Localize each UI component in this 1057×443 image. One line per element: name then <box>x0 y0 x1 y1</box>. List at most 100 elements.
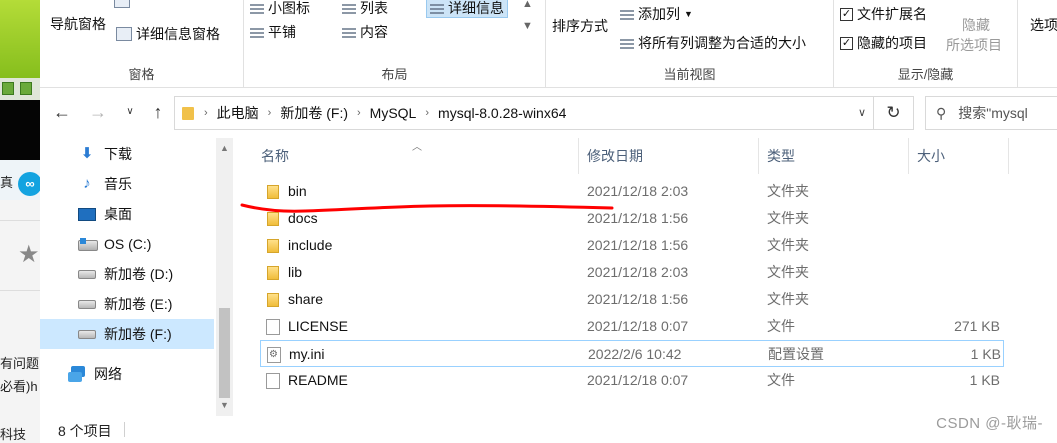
layout-scroll-up[interactable]: ▲ <box>522 0 533 10</box>
nav-item-drive-c[interactable]: OS (C:) <box>40 229 214 259</box>
breadcrumb-drive-f[interactable]: 新加卷 (F:) <box>280 103 348 123</box>
options-label: 选项 <box>1030 17 1057 33</box>
chevron-right-icon: › <box>204 107 208 119</box>
address-dropdown-button[interactable]: ∨ <box>850 96 874 130</box>
content-icon <box>342 26 356 38</box>
column-header-label: 大小 <box>917 148 945 164</box>
file-name: LICENSE <box>288 318 348 334</box>
file-date: 2021/12/18 0:07 <box>587 318 689 334</box>
nav-pane-scrollbar[interactable]: ▲ ▼ <box>216 138 233 416</box>
nav-item-label: 网络 <box>94 366 122 382</box>
column-header-type[interactable]: 类型 <box>759 138 909 174</box>
table-row[interactable]: share 2021/12/18 1:56 文件夹 <box>260 286 1004 313</box>
breadcrumb-this-pc[interactable]: 此电脑 <box>217 103 259 123</box>
file-ext-label: 文件扩展名 <box>857 6 927 22</box>
arrow-up-icon: ↑ <box>153 102 163 122</box>
sort-by-button[interactable]: 排序方式 <box>552 16 608 36</box>
nav-item-drive-d[interactable]: 新加卷 (D:) <box>40 259 214 289</box>
folder-icon <box>267 212 279 226</box>
file-type: 文件夹 <box>767 237 809 253</box>
address-bar-row: ← → ∨ ↑ › 此电脑 › 新加卷 (F:) › MySQL › mysql… <box>40 88 1057 138</box>
search-input[interactable]: ⚲ 搜索"mysql <box>925 96 1057 130</box>
hidden-items-checkbox[interactable]: ✓ 隐藏的项目 <box>840 33 927 53</box>
chevron-right-icon: › <box>357 107 361 119</box>
table-row[interactable]: include 2021/12/18 1:56 文件夹 <box>260 232 1004 259</box>
preview-pane-button[interactable] <box>114 0 130 8</box>
nav-item-drive-e[interactable]: 新加卷 (E:) <box>40 289 214 319</box>
up-button[interactable]: ↑ <box>146 100 170 124</box>
nav-item-network[interactable]: 网络 <box>40 359 214 389</box>
recent-locations-button[interactable]: ∨ <box>118 100 142 124</box>
folder-icon <box>181 106 195 120</box>
background-app-dark-area <box>0 100 40 160</box>
folder-icon <box>267 239 279 253</box>
layout-content[interactable]: 内容 <box>342 22 388 42</box>
nav-item-drive-f[interactable]: 新加卷 (F:) <box>40 319 214 349</box>
refresh-button[interactable]: ↻ <box>874 96 914 130</box>
navigation-pane: ⬇ 下载 ♪ 音乐 桌面 OS (C:) 新加卷 (D:) 新加卷 (E:) 新… <box>40 138 236 416</box>
nav-item-label: 桌面 <box>104 206 132 222</box>
ribbon-group-label: 当前视图 <box>663 67 716 82</box>
table-row[interactable]: README 2021/12/18 0:07 文件 1 KB <box>260 367 1004 394</box>
file-list: ︿ 名称 修改日期 类型 大小 bin 2021/12/18 2:03 文件夹 doc… <box>236 138 1057 416</box>
column-header-date[interactable]: 修改日期 <box>579 138 759 174</box>
layout-tiles[interactable]: 平铺 <box>250 22 296 42</box>
folder-icon <box>267 293 279 307</box>
file-type: 配置设置 <box>768 346 824 362</box>
hide-selected-button[interactable]: 隐藏 <box>962 15 990 35</box>
file-date: 2021/12/18 0:07 <box>587 372 689 388</box>
layout-label: 详细信息 <box>448 0 504 16</box>
list-icon <box>342 2 356 14</box>
background-snippet: 必看)h <box>0 379 38 394</box>
file-size: 1 KB <box>970 346 1001 362</box>
table-row[interactable]: docs 2021/12/18 1:56 文件夹 <box>260 205 1004 232</box>
layout-small-icons[interactable]: 小图标 <box>250 0 310 18</box>
layout-details[interactable]: 详细信息 <box>426 0 508 18</box>
ribbon: 导航窗格 详细信息窗格 窗格 小图标 平铺 列表 内容 详细信息 ▲ ▼ 布局 … <box>40 0 1057 88</box>
table-row[interactable]: lib 2021/12/18 2:03 文件夹 <box>260 259 1004 286</box>
layout-scroll-down[interactable]: ▼ <box>522 20 533 32</box>
fit-columns-button[interactable]: 将所有列调整为合适的大小 <box>620 33 806 53</box>
details-pane-button[interactable]: 详细信息窗格 <box>116 24 220 44</box>
column-header-size[interactable]: 大小 <box>909 138 1009 174</box>
breadcrumb-mysql-folder[interactable]: mysql-8.0.28-winx64 <box>438 105 566 121</box>
column-header-name[interactable]: 名称 <box>253 138 579 174</box>
chevron-down-icon: ∨ <box>126 106 134 117</box>
background-divider <box>0 220 40 221</box>
hidden-items-label: 隐藏的项目 <box>857 35 927 51</box>
nav-item-music[interactable]: ♪ 音乐 <box>40 169 214 199</box>
fit-columns-icon <box>620 37 634 49</box>
network-icon <box>68 366 86 382</box>
file-ext-checkbox[interactable]: ✓ 文件扩展名 <box>840 4 927 24</box>
file-date: 2021/12/18 1:56 <box>587 291 689 307</box>
nav-pane-button[interactable]: 导航窗格 <box>50 14 106 34</box>
chevron-right-icon: › <box>425 107 430 119</box>
layout-list[interactable]: 列表 <box>342 0 388 18</box>
add-column-button[interactable]: 添加列 ▼ <box>620 4 693 24</box>
status-divider <box>124 422 125 437</box>
background-window-strip: 真 ∞ ★ 有问题 必看)h 科技 <box>0 0 42 443</box>
folder-icon <box>267 185 279 199</box>
nav-item-desktop[interactable]: 桌面 <box>40 199 214 229</box>
table-row[interactable]: my.ini 2022/2/6 10:42 配置设置 1 KB <box>260 340 1004 367</box>
table-row[interactable]: bin 2021/12/18 2:03 文件夹 <box>260 178 1004 205</box>
fit-columns-label: 将所有列调整为合适的大小 <box>638 35 806 51</box>
file-date: 2022/2/6 10:42 <box>588 346 682 362</box>
address-box[interactable]: › 此电脑 › 新加卷 (F:) › MySQL › mysql-8.0.28-… <box>174 96 874 130</box>
nav-item-downloads[interactable]: ⬇ 下载 <box>40 139 214 169</box>
file-name: bin <box>288 183 307 199</box>
download-icon: ⬇ <box>80 145 94 162</box>
file-name: my.ini <box>289 346 325 362</box>
forward-button[interactable]: → <box>86 100 110 124</box>
nav-item-label: 新加卷 (E:) <box>104 296 173 312</box>
scroll-down-icon[interactable]: ▼ <box>216 397 233 414</box>
back-button[interactable]: ← <box>50 100 74 124</box>
scrollbar-thumb[interactable] <box>219 308 230 398</box>
music-icon: ♪ <box>83 175 91 192</box>
details-icon <box>430 2 444 14</box>
arrow-right-icon: → <box>89 102 107 122</box>
breadcrumb-mysql[interactable]: MySQL <box>370 105 417 121</box>
scroll-up-icon[interactable]: ▲ <box>216 140 233 157</box>
table-row[interactable]: LICENSE 2021/12/18 0:07 文件 271 KB <box>260 313 1004 340</box>
options-button[interactable]: 选项 <box>1030 15 1057 35</box>
